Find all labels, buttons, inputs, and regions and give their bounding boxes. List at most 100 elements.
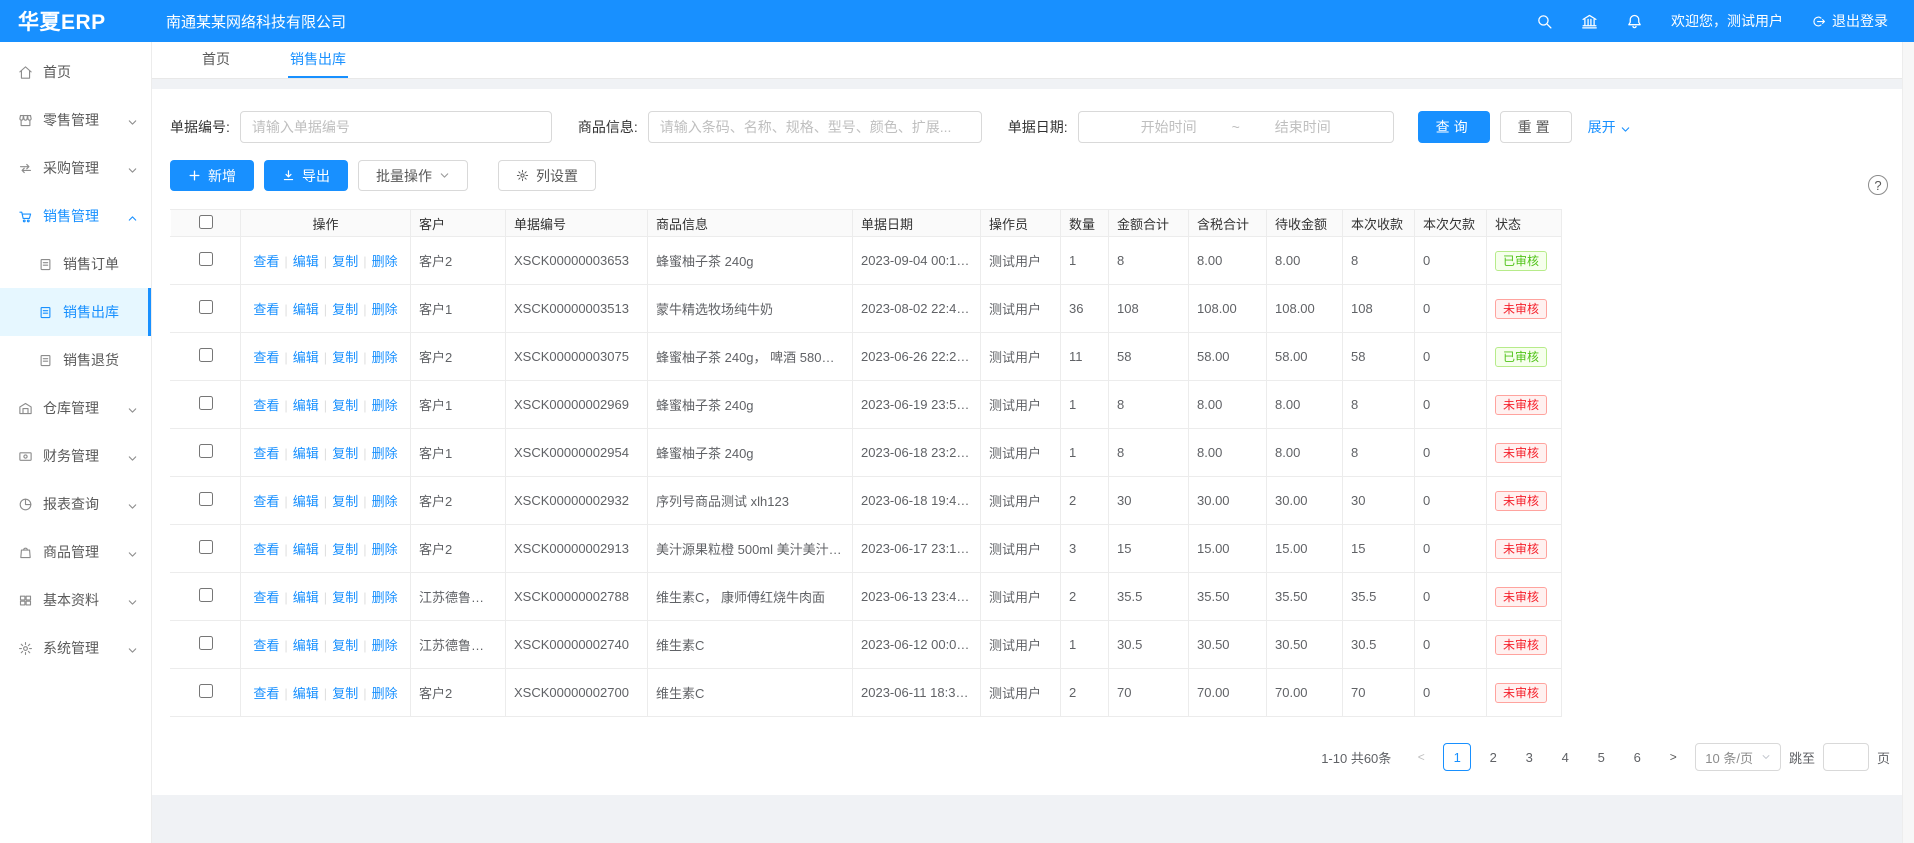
action-view-link[interactable]: 查看 [253, 590, 279, 605]
action-copy-link[interactable]: 复制 [332, 494, 358, 509]
pagination-next-button[interactable]: > [1659, 743, 1687, 771]
tab-首页[interactable]: 首页 [200, 42, 232, 78]
bill-no-input[interactable] [240, 111, 552, 143]
row-checkbox[interactable] [199, 588, 213, 602]
sidebar-item-财务管理[interactable]: 财务管理 [0, 432, 151, 480]
window-scrollbar[interactable] [1902, 42, 1914, 843]
operator-cell: 测试用户 [981, 237, 1061, 285]
row-checkbox[interactable] [199, 444, 213, 458]
sidebar-item-报表查询[interactable]: 报表查询 [0, 480, 151, 528]
row-checkbox[interactable] [199, 636, 213, 650]
action-view-link[interactable]: 查看 [253, 398, 279, 413]
pagination-page-1[interactable]: 1 [1443, 743, 1471, 771]
action-view-link[interactable]: 查看 [253, 542, 279, 557]
action-edit-link[interactable]: 编辑 [293, 494, 319, 509]
pagination-page-3[interactable]: 3 [1515, 743, 1543, 771]
sidebar-item-销售管理[interactable]: 销售管理 [0, 192, 151, 240]
platform-icon[interactable] [1581, 13, 1598, 30]
pagination-prev-button[interactable]: < [1407, 743, 1435, 771]
pagination-page-6[interactable]: 6 [1623, 743, 1651, 771]
start-date-input[interactable] [1110, 119, 1228, 135]
action-edit-link[interactable]: 编辑 [293, 590, 319, 605]
page-size-select[interactable]: 10 条/页 [1695, 743, 1781, 771]
sidebar-item-仓库管理[interactable]: 仓库管理 [0, 384, 151, 432]
action-copy-link[interactable]: 复制 [332, 398, 358, 413]
action-delete-link[interactable]: 删除 [372, 590, 398, 605]
sidebar-item-label: 财务管理 [43, 446, 99, 466]
action-view-link[interactable]: 查看 [253, 494, 279, 509]
action-view-link[interactable]: 查看 [253, 350, 279, 365]
action-edit-link[interactable]: 编辑 [293, 542, 319, 557]
action-edit-link[interactable]: 编辑 [293, 446, 319, 461]
batch-actions-dropdown[interactable]: 批量操作 [358, 160, 468, 191]
search-button[interactable]: 查询 [1418, 111, 1490, 143]
sidebar-item-基本资料[interactable]: 基本资料 [0, 576, 151, 624]
action-copy-link[interactable]: 复制 [332, 638, 358, 653]
search-icon[interactable] [1536, 13, 1553, 30]
expand-filters-link[interactable]: 展开 [1588, 117, 1631, 137]
action-delete-link[interactable]: 删除 [372, 638, 398, 653]
pagination-page-2[interactable]: 2 [1479, 743, 1507, 771]
row-checkbox[interactable] [199, 540, 213, 554]
chevron-down-icon [127, 163, 138, 174]
action-edit-link[interactable]: 编辑 [293, 350, 319, 365]
expand-label: 展开 [1588, 117, 1616, 137]
end-date-input[interactable] [1244, 119, 1362, 135]
action-edit-link[interactable]: 编辑 [293, 686, 319, 701]
sidebar-item-销售退货[interactable]: 销售退货 [0, 336, 151, 384]
action-view-link[interactable]: 查看 [253, 446, 279, 461]
sidebar-item-首页[interactable]: 首页 [0, 48, 151, 96]
action-delete-link[interactable]: 删除 [372, 494, 398, 509]
action-copy-link[interactable]: 复制 [332, 686, 358, 701]
logout-button[interactable]: 退出登录 [1811, 11, 1888, 31]
sidebar-item-商品管理[interactable]: 商品管理 [0, 528, 151, 576]
action-copy-link[interactable]: 复制 [332, 590, 358, 605]
action-delete-link[interactable]: 删除 [372, 398, 398, 413]
sidebar-item-零售管理[interactable]: 零售管理 [0, 96, 151, 144]
action-delete-link[interactable]: 删除 [372, 302, 398, 317]
action-edit-link[interactable]: 编辑 [293, 398, 319, 413]
row-checkbox[interactable] [199, 396, 213, 410]
sidebar-item-销售订单[interactable]: 销售订单 [0, 240, 151, 288]
sidebar-item-销售出库[interactable]: 销售出库 [0, 288, 151, 336]
select-all-checkbox[interactable] [199, 215, 213, 229]
add-button[interactable]: 新增 [170, 160, 254, 191]
action-view-link[interactable]: 查看 [253, 686, 279, 701]
action-delete-link[interactable]: 删除 [372, 542, 398, 557]
column-settings-button[interactable]: 列设置 [498, 160, 596, 191]
action-edit-link[interactable]: 编辑 [293, 302, 319, 317]
pagination-page-5[interactable]: 5 [1587, 743, 1615, 771]
jump-page-input[interactable] [1823, 743, 1869, 771]
action-copy-link[interactable]: 复制 [332, 350, 358, 365]
action-view-link[interactable]: 查看 [253, 638, 279, 653]
bill-no-cell: XSCK00000002913 [506, 525, 648, 573]
action-edit-link[interactable]: 编辑 [293, 638, 319, 653]
row-checkbox[interactable] [199, 684, 213, 698]
notification-bell-icon[interactable] [1626, 13, 1643, 30]
row-checkbox[interactable] [199, 492, 213, 506]
action-delete-link[interactable]: 删除 [372, 350, 398, 365]
reset-button[interactable]: 重置 [1500, 111, 1572, 143]
tab-销售出库[interactable]: 销售出库 [288, 42, 348, 78]
action-copy-link[interactable]: 复制 [332, 254, 358, 269]
product-info-input[interactable] [648, 111, 982, 143]
export-button[interactable]: 导出 [264, 160, 348, 191]
row-checkbox[interactable] [199, 348, 213, 362]
action-copy-link[interactable]: 复制 [332, 446, 358, 461]
action-delete-link[interactable]: 删除 [372, 686, 398, 701]
action-copy-link[interactable]: 复制 [332, 302, 358, 317]
sidebar-item-label: 首页 [43, 62, 71, 82]
sidebar-item-系统管理[interactable]: 系统管理 [0, 624, 151, 672]
row-checkbox[interactable] [199, 252, 213, 266]
action-delete-link[interactable]: 删除 [372, 446, 398, 461]
row-checkbox[interactable] [199, 300, 213, 314]
sidebar-item-采购管理[interactable]: 采购管理 [0, 144, 151, 192]
date-range-picker[interactable]: ~ [1078, 111, 1394, 143]
help-button[interactable]: ? [1868, 175, 1888, 195]
pagination-page-4[interactable]: 4 [1551, 743, 1579, 771]
action-edit-link[interactable]: 编辑 [293, 254, 319, 269]
action-delete-link[interactable]: 删除 [372, 254, 398, 269]
action-copy-link[interactable]: 复制 [332, 542, 358, 557]
action-view-link[interactable]: 查看 [253, 254, 279, 269]
action-view-link[interactable]: 查看 [253, 302, 279, 317]
